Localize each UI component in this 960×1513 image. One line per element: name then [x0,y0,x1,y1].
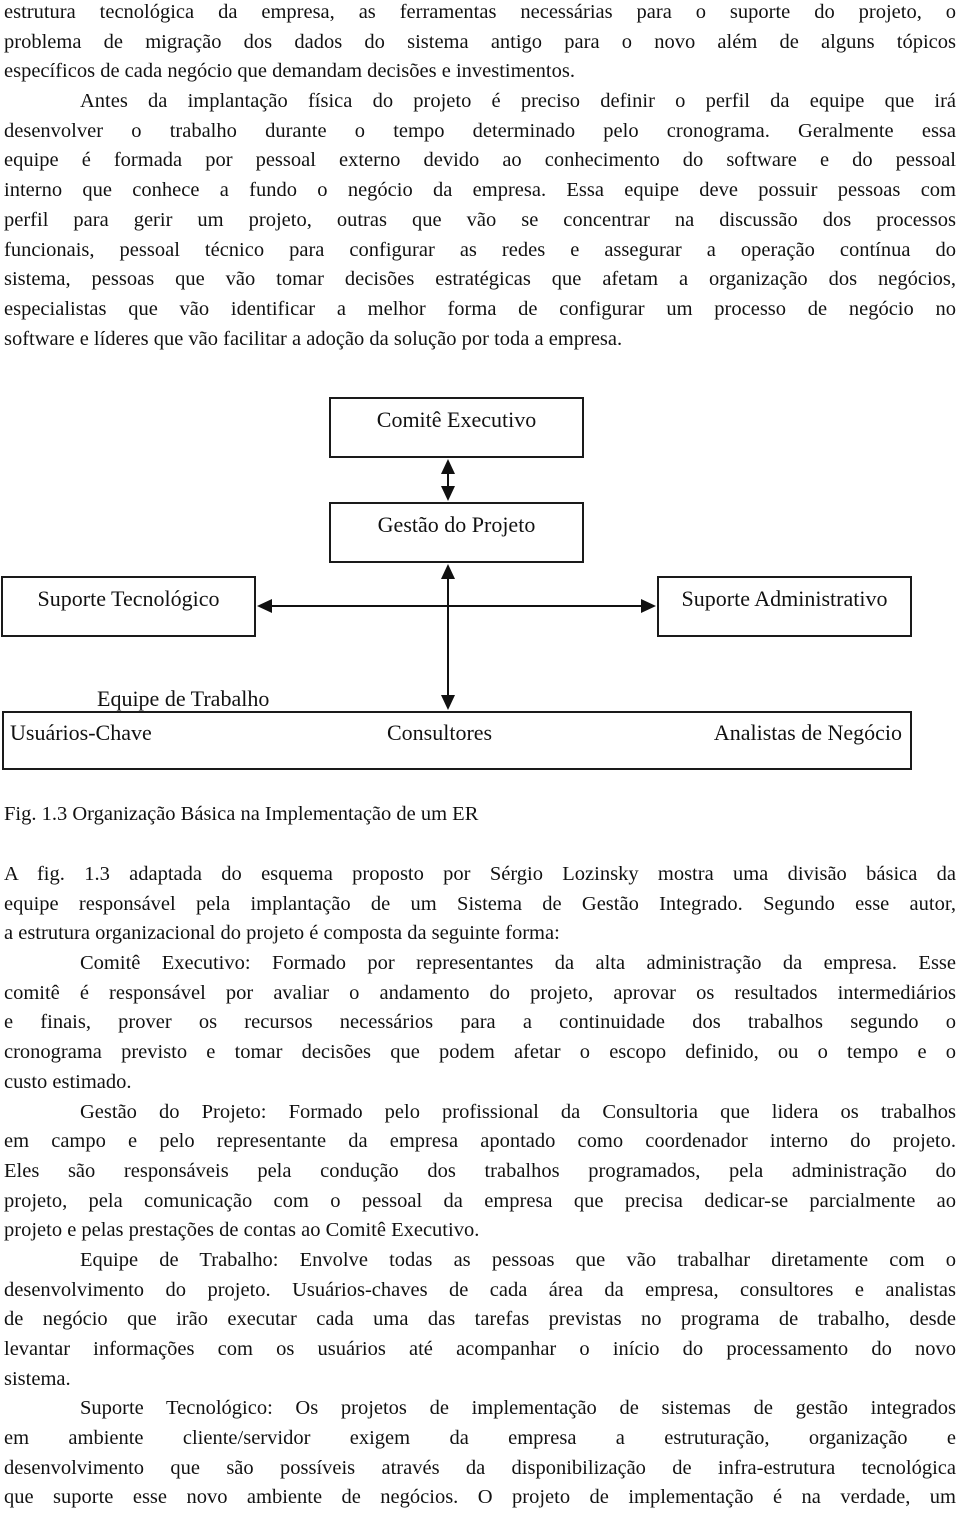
body-paragraphs: A fig. 1.3 adaptada do esquema proposto … [4,860,956,1513]
equipe-title: Equipe de Trabalho [97,686,270,711]
arrowhead-down-icon [441,695,455,710]
text-line: software e líderes que vão facilitar a a… [4,327,623,350]
text-line: interno que conhece a fundo o negócio da… [4,179,956,202]
node-label: Gestão do Projeto [377,512,536,537]
text-line: em campo e pelo representante da empresa… [4,1130,956,1153]
node-label: Suporte Tecnológico [37,586,220,611]
text-line: especialistas que vão identificar a melh… [4,297,956,320]
text-line: Comitê Executivo: Formado por representa… [80,952,956,975]
equipe-member-usuarios-chave: Usuários-Chave [10,720,152,745]
text-line: em ambiente cliente/servidor exigem da e… [4,1427,956,1450]
arrowhead-up-icon [441,564,455,579]
text-line: específicos de cada negócio que demandam… [4,60,575,83]
text-line: perfil para gerir um projeto, outras que… [4,208,956,231]
text-line: sistema, pessoas que vão tomar decisões … [4,268,956,291]
text-line: comitê é responsável por avaliar o andam… [4,981,956,1004]
figure-caption: Fig. 1.3 Organização Básica na Implement… [4,803,479,825]
text-line: cronograma previsto e tomar decisões que… [4,1041,956,1064]
text-line: desenvolvimento do projeto. Usuários-cha… [4,1278,956,1301]
text-line: de negócio que irão executar cada uma da… [4,1308,956,1331]
node-label: Comitê Executivo [376,407,537,432]
arrowhead-up-icon [441,459,455,474]
text-line: projeto e pelas prestações de contas ao … [4,1219,480,1242]
text-line: custo estimado. [4,1070,132,1093]
arrowhead-right-icon [641,599,656,613]
text-line: projeto, pela comunicação com o pessoal … [4,1189,956,1212]
intro-paragraphs: estrutura tecnológica da empresa, as fer… [4,0,956,354]
text-line: e finais, prover os recursos necessários… [4,1011,956,1034]
text-line: funcionais, pessoal técnico para configu… [4,238,956,261]
node-equipe-de-trabalho: Usuários-Chave Consultores Analistas de … [2,711,912,770]
arrowhead-left-icon [257,599,272,613]
text-line: A fig. 1.3 adaptada do esquema proposto … [4,863,956,885]
equipe-member-consultores: Consultores [387,720,493,745]
text-line: Suporte Tecnológico: Os projetos de impl… [80,1397,956,1420]
node-comite-executivo: Comitê Executivo [329,397,584,458]
text-line: estrutura tecnológica da empresa, as fer… [4,1,956,23]
node-gestao-do-projeto: Gestão do Projeto [329,502,584,563]
text-line: problema de migração dos dados do sistem… [4,30,956,53]
equipe-member-analistas: Analistas de Negócio [713,720,902,745]
text-line: equipe é formada por pessoal externo dev… [4,149,956,172]
text-line: desenvolver o trabalho durante o tempo d… [4,119,956,142]
text-line: Eles são responsáveis pela condução dos … [4,1159,956,1182]
text-line: equipe responsável pela implantação de u… [4,892,956,915]
text-line: desenvolvimento que são possíveis atravé… [4,1456,956,1479]
text-line: a estrutura organizacional do projeto é … [4,922,560,945]
text-line: sistema. [4,1367,71,1390]
node-suporte-tecnologico: Suporte Tecnológico [1,576,256,637]
text-line: Gestão do Projeto: Formado pelo profissi… [80,1100,956,1123]
node-label: Suporte Administrativo [681,586,888,611]
text-line: que suporte esse novo ambiente de negóci… [4,1486,956,1509]
node-suporte-administrativo: Suporte Administrativo [657,576,912,637]
text-line: Equipe de Trabalho: Envolve todas as pes… [80,1248,956,1271]
arrowhead-down-icon [441,486,455,501]
text-line: Antes da implantação física do projeto é… [80,90,956,113]
text-line: levantar informações com os usuários até… [4,1338,956,1360]
